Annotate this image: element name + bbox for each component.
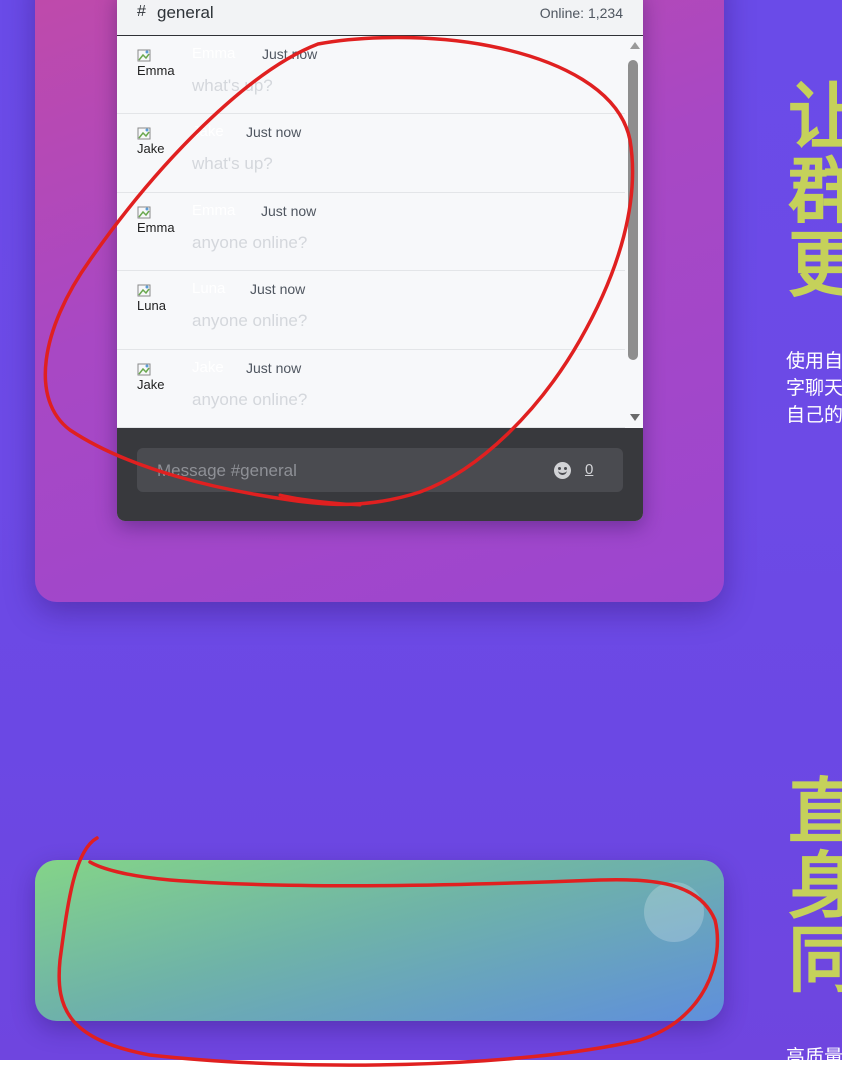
avatar-alt-text: Emma: [137, 63, 175, 78]
chat-header: # general Online: 1,234: [117, 0, 643, 36]
message-list[interactable]: Emma Emma Just now what's up? Jake Jake …: [117, 36, 625, 428]
description-line: 使用自: [786, 350, 842, 372]
message-scrollbar[interactable]: [625, 36, 643, 428]
message-time: Just now: [246, 124, 302, 141]
channel-name: general: [157, 3, 214, 22]
avatar-alt-text: Emma: [137, 219, 175, 235]
broken-image-icon: [137, 363, 151, 376]
broken-image-icon: [137, 284, 151, 297]
page-background: # general Online: 1,234 Emma Emma Just n…: [0, 0, 842, 1060]
message-time: Just now: [250, 281, 306, 298]
message-author: Jake: [192, 358, 224, 376]
scroll-thumb[interactable]: [628, 60, 638, 360]
message-author: Emma: [192, 45, 236, 62]
heading-line: 更: [788, 223, 842, 307]
message-text: anyone online?: [192, 389, 308, 409]
message-composer: Message #general 0: [117, 428, 643, 521]
scroll-up-arrow-icon[interactable]: [630, 42, 640, 49]
message-author: Luna: [192, 280, 226, 298]
message-item: Emma Emma Just now anyone online?: [117, 193, 625, 272]
avatar: Emma: [137, 204, 175, 242]
section-heading: 直 身 同: [788, 775, 842, 997]
broken-image-icon: [137, 206, 151, 219]
feature-card: [35, 860, 724, 1021]
avatar: Jake: [137, 125, 175, 163]
description-line: 字聊天: [786, 377, 842, 399]
message-input-placeholder: Message #general: [157, 461, 297, 480]
decorative-circle: [644, 882, 704, 942]
avatar: Luna: [137, 282, 175, 320]
avatar: Jake: [137, 361, 175, 399]
chat-window: # general Online: 1,234 Emma Emma Just n…: [117, 0, 643, 521]
heading-line: 直: [788, 770, 842, 854]
message-item: Emma Emma Just now what's up?: [117, 36, 625, 115]
message-input[interactable]: Message #general 0: [137, 448, 623, 492]
avatar-alt-text: Jake: [137, 141, 165, 157]
message-text: what's up?: [192, 154, 273, 174]
char-count: 0: [585, 461, 594, 478]
heading-line: 同: [788, 918, 842, 1002]
message-item: Jake Jake Just now what's up?: [117, 114, 625, 193]
section-description: 使用自 字聊天 自己的: [786, 348, 842, 429]
message-text: anyone online?: [192, 311, 308, 331]
heading-line: 让: [788, 75, 842, 159]
section-heading: 让 群 更: [788, 80, 842, 302]
broken-image-icon: [137, 49, 151, 62]
message-text: what's up?: [192, 76, 273, 95]
heading-line: 群: [788, 149, 842, 233]
channel-hash-icon: #: [137, 3, 146, 20]
message-time: Just now: [261, 202, 317, 219]
section-description: 高质量: [786, 1046, 842, 1060]
message-author: Jake: [192, 123, 224, 141]
broken-image-icon: [137, 127, 151, 140]
description-line: 自己的: [786, 404, 842, 426]
message-time: Just now: [262, 46, 318, 62]
smile-icon[interactable]: [554, 462, 571, 479]
avatar-alt-text: Luna: [137, 298, 166, 314]
message-author: Emma: [192, 201, 236, 219]
online-count: Online: 1,234: [539, 5, 623, 21]
message-time: Just now: [246, 359, 302, 376]
avatar: Emma: [137, 47, 175, 85]
scroll-down-arrow-icon[interactable]: [630, 414, 640, 421]
message-item: Luna Luna Just now anyone online?: [117, 271, 625, 350]
heading-line: 身: [788, 844, 842, 928]
avatar-alt-text: Jake: [137, 376, 165, 392]
message-text: anyone online?: [192, 232, 308, 252]
message-item: Jake Jake Just now anyone online?: [117, 350, 625, 428]
